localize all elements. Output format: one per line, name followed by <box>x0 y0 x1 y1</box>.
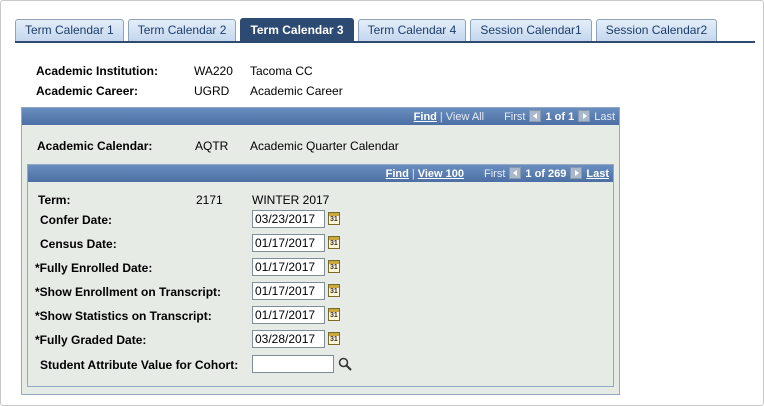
census-date-row: Census Date: 01/17/2017 31 <box>28 234 613 258</box>
term-label: Term: <box>38 193 71 207</box>
tab-term-calendar-3[interactable]: Term Calendar 3 <box>240 18 354 41</box>
tab-term-calendar-1[interactable]: Term Calendar 1 <box>15 19 124 41</box>
tab-strip: Term Calendar 1 Term Calendar 2 Term Cal… <box>15 18 721 41</box>
magnifier-icon[interactable] <box>338 357 352 371</box>
career-code: UGRD <box>194 84 230 98</box>
calendar-icon[interactable]: 31 <box>328 212 340 225</box>
tab-term-calendar-4[interactable]: Term Calendar 4 <box>357 19 467 41</box>
fully-enrolled-date-row: *Fully Enrolled Date: 01/17/2017 31 <box>28 258 613 282</box>
fully-graded-date-field[interactable]: 03/28/2017 <box>252 330 325 348</box>
census-date-label: Census Date: <box>40 237 117 251</box>
term-name: WINTER 2017 <box>252 193 330 207</box>
inner-find-link[interactable]: Find <box>386 168 409 180</box>
arrow-right-icon[interactable] <box>570 166 583 179</box>
tab-term-calendar-2[interactable]: Term Calendar 2 <box>127 19 237 41</box>
calendar-icon[interactable]: 31 <box>328 236 340 249</box>
fully-enrolled-date-label: *Fully Enrolled Date: <box>35 261 153 275</box>
confer-date-row: Confer Date: 03/23/2017 31 <box>28 210 613 234</box>
outer-find-link[interactable]: Find <box>414 111 437 123</box>
calendar-icon-text: 31 <box>330 312 338 319</box>
arrow-left-icon[interactable] <box>509 166 522 179</box>
inner-first-label: First <box>484 167 506 180</box>
academic-calendar-label: Academic Calendar: <box>37 139 153 153</box>
term-scroll-area: Find | View 100 First 1 of 269 Last Term… <box>27 164 614 387</box>
academic-calendar-name: Academic Quarter Calendar <box>250 139 399 153</box>
career-label: Academic Career: <box>36 84 139 98</box>
institution-code: WA220 <box>194 64 233 78</box>
show-statistics-label: *Show Statistics on Transcript: <box>35 309 212 323</box>
inner-row-count: 1 of 269 <box>525 167 567 180</box>
show-enrollment-row: *Show Enrollment on Transcript: 01/17/20… <box>28 282 613 306</box>
calendar-icon-text: 31 <box>330 264 338 271</box>
tab-underline <box>15 41 755 43</box>
outer-last-label: Last <box>594 110 615 123</box>
outer-nav-bar: Find | View All First 1 of 1 Last <box>22 108 619 125</box>
academic-calendar-scroll-area: Find | View All First 1 of 1 Last Academ… <box>21 107 620 395</box>
fully-graded-date-row: *Fully Graded Date: 03/28/2017 31 <box>28 330 613 354</box>
outer-first-label: First <box>504 110 526 123</box>
outer-nav-separator: | <box>439 110 443 123</box>
calendar-icon-text: 31 <box>330 240 338 247</box>
show-statistics-date-field[interactable]: 01/17/2017 <box>252 306 325 324</box>
tab-session-calendar-1[interactable]: Session Calendar1 <box>470 19 592 41</box>
show-statistics-row: *Show Statistics on Transcript: 01/17/20… <box>28 306 613 330</box>
inner-view-100-link[interactable]: View 100 <box>418 168 464 180</box>
calendar-icon-text: 31 <box>330 288 338 295</box>
outer-view-all: View All <box>445 110 485 123</box>
show-enrollment-label: *Show Enrollment on Transcript: <box>35 285 222 299</box>
confer-date-label: Confer Date: <box>40 213 113 227</box>
confer-date-field[interactable]: 03/23/2017 <box>252 210 325 228</box>
arrow-right-icon[interactable] <box>578 109 591 122</box>
career-name: Academic Career <box>250 84 343 98</box>
academic-calendar-code: AQTR <box>195 139 229 153</box>
cohort-row: Student Attribute Value for Cohort: <box>28 355 613 379</box>
term-code: 2171 <box>196 193 223 207</box>
page-frame: Term Calendar 1 Term Calendar 2 Term Cal… <box>0 0 764 406</box>
calendar-icon[interactable]: 31 <box>328 284 340 297</box>
inner-nav-bar: Find | View 100 First 1 of 269 Last <box>28 165 613 182</box>
census-date-field[interactable]: 01/17/2017 <box>252 234 325 252</box>
inner-nav-separator: | <box>411 167 415 180</box>
show-enrollment-date-field[interactable]: 01/17/2017 <box>252 282 325 300</box>
calendar-icon[interactable]: 31 <box>328 332 340 345</box>
tab-session-calendar-2[interactable]: Session Calendar2 <box>595 19 718 41</box>
cohort-label: Student Attribute Value for Cohort: <box>40 358 239 372</box>
calendar-icon[interactable]: 31 <box>328 260 340 273</box>
cohort-input[interactable] <box>252 355 334 373</box>
calendar-icon[interactable]: 31 <box>328 308 340 321</box>
institution-name: Tacoma CC <box>250 64 313 78</box>
fully-graded-date-label: *Fully Graded Date: <box>35 333 147 347</box>
outer-row-count: 1 of 1 <box>545 110 575 123</box>
calendar-icon-text: 31 <box>330 336 338 343</box>
arrow-left-icon[interactable] <box>529 109 542 122</box>
institution-label: Academic Institution: <box>36 64 159 78</box>
fully-enrolled-date-field[interactable]: 01/17/2017 <box>252 258 325 276</box>
calendar-icon-text: 31 <box>330 216 338 223</box>
inner-last-link[interactable]: Last <box>586 168 609 180</box>
